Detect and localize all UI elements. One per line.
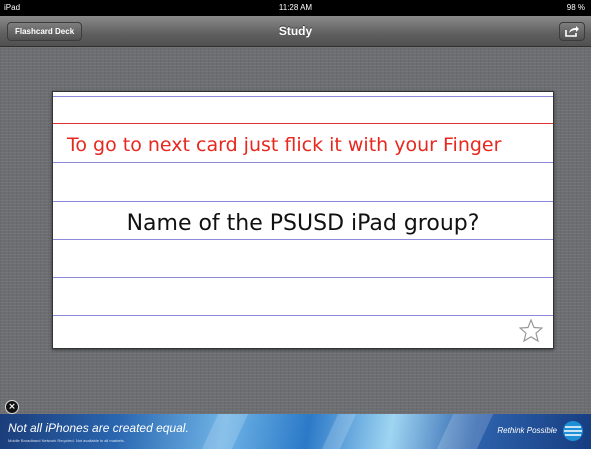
status-bar: iPad 11:28 AM 98 % xyxy=(0,0,591,16)
share-icon xyxy=(565,26,579,37)
ad-fine-print: Mobile Broadband Network Required. Not a… xyxy=(8,438,125,443)
share-button[interactable] xyxy=(559,22,585,41)
ruled-line xyxy=(53,239,553,240)
navigation-bar: Flashcard Deck Study xyxy=(0,16,591,47)
battery-level: 98 % xyxy=(566,3,585,12)
hint-text: To go to next card just flick it with yo… xyxy=(67,134,502,156)
ruled-line xyxy=(53,315,553,316)
close-icon[interactable]: × xyxy=(5,400,19,414)
card-question: Name of the PSUSD iPad group? xyxy=(126,211,480,236)
page-title: Study xyxy=(278,24,313,38)
ruled-line xyxy=(53,162,553,163)
ad-brand-tagline: Rethink Possible xyxy=(497,426,557,435)
star-icon[interactable] xyxy=(519,319,543,342)
ad-banner[interactable]: Not all iPhones are created equal. Mobil… xyxy=(0,414,591,449)
banner-decoration xyxy=(201,414,249,449)
margin-line xyxy=(53,123,553,124)
banner-decoration xyxy=(436,414,494,449)
ad-headline: Not all iPhones are created equal. xyxy=(8,421,189,435)
ruled-line xyxy=(53,96,553,97)
att-globe-logo xyxy=(563,421,583,441)
ruled-line xyxy=(53,201,553,202)
banner-decoration xyxy=(321,414,357,449)
ruled-line xyxy=(53,277,553,278)
flashcard[interactable]: To go to next card just flick it with yo… xyxy=(52,91,554,349)
status-time: 11:28 AM xyxy=(278,3,313,12)
